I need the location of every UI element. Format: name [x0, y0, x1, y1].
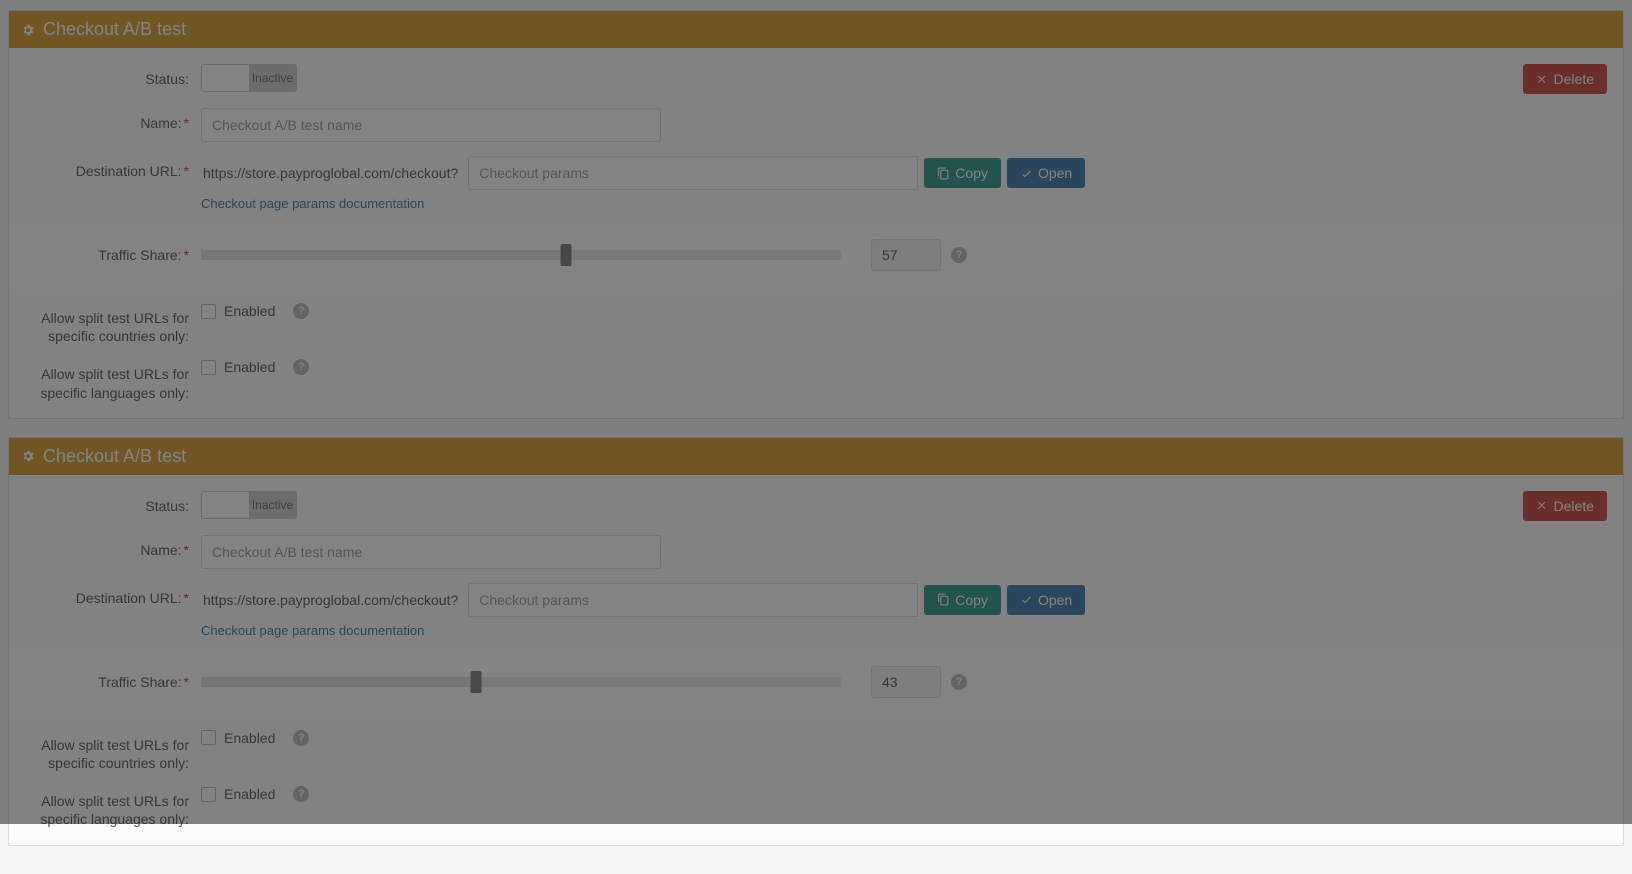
traffic-share-slider[interactable]	[201, 250, 841, 260]
slider-thumb[interactable]	[471, 671, 482, 693]
toggle-inactive: Inactive	[249, 65, 296, 91]
copy-button[interactable]: Copy	[924, 585, 1001, 615]
languages-checkbox[interactable]	[201, 360, 216, 375]
help-icon[interactable]: ?	[951, 247, 967, 263]
checkout-params-input[interactable]	[468, 583, 918, 617]
help-icon[interactable]: ?	[951, 674, 967, 690]
traffic-share-label: Traffic Share:*	[25, 674, 201, 690]
ab-test-panel: Checkout A/B test Delete Status: Inactiv…	[8, 10, 1624, 419]
status-toggle[interactable]: Inactive	[201, 64, 297, 92]
gear-icon	[21, 449, 35, 463]
open-label: Open	[1038, 165, 1072, 181]
traffic-share-label: Traffic Share:*	[25, 247, 201, 263]
countries-checkbox[interactable]	[201, 304, 216, 319]
open-button[interactable]: Open	[1007, 585, 1085, 615]
countries-checkbox[interactable]	[201, 730, 216, 745]
open-button[interactable]: Open	[1007, 158, 1085, 188]
copy-button[interactable]: Copy	[924, 158, 1001, 188]
url-prefix: https://store.payproglobal.com/checkout?	[201, 158, 468, 188]
toggle-blank	[202, 65, 249, 91]
doc-link[interactable]: Checkout page params documentation	[201, 196, 424, 211]
copy-label: Copy	[955, 592, 988, 608]
check-icon	[1020, 593, 1033, 606]
languages-label: Allow split test URLs for specific langu…	[25, 359, 201, 401]
traffic-share-row: Traffic Share:* ?	[9, 225, 1623, 289]
destination-url-label: Destination URL:*	[25, 156, 201, 180]
gear-icon	[21, 23, 35, 37]
panel-header: Checkout A/B test	[9, 11, 1623, 48]
help-icon[interactable]: ?	[293, 786, 309, 802]
help-icon[interactable]: ?	[293, 303, 309, 319]
toggle-blank	[202, 492, 249, 518]
status-label: Status:	[25, 491, 201, 515]
traffic-share-slider[interactable]	[201, 677, 841, 687]
doc-link[interactable]: Checkout page params documentation	[201, 623, 424, 638]
slider-thumb[interactable]	[560, 244, 571, 266]
toggle-inactive: Inactive	[249, 492, 296, 518]
panel-header: Checkout A/B test	[9, 438, 1623, 475]
status-label: Status:	[25, 64, 201, 88]
name-label: Name:*	[25, 535, 201, 559]
name-input[interactable]	[201, 535, 661, 569]
open-label: Open	[1038, 592, 1072, 608]
destination-url-label: Destination URL:*	[25, 583, 201, 607]
help-icon[interactable]: ?	[293, 359, 309, 375]
countries-enabled-label: Enabled	[224, 730, 275, 746]
check-icon	[1020, 167, 1033, 180]
name-input[interactable]	[201, 108, 661, 142]
traffic-share-value[interactable]	[871, 239, 941, 271]
url-prefix: https://store.payproglobal.com/checkout?	[201, 585, 468, 615]
traffic-share-value[interactable]	[871, 666, 941, 698]
name-label: Name:*	[25, 108, 201, 132]
countries-enabled-label: Enabled	[224, 303, 275, 319]
languages-label: Allow split test URLs for specific langu…	[25, 786, 201, 828]
slider-fill	[201, 250, 566, 260]
copy-icon	[937, 167, 950, 180]
countries-label: Allow split test URLs for specific count…	[25, 303, 201, 345]
languages-enabled-label: Enabled	[224, 786, 275, 802]
panel-title: Checkout A/B test	[43, 446, 186, 467]
panel-title: Checkout A/B test	[43, 19, 186, 40]
copy-icon	[937, 593, 950, 606]
copy-label: Copy	[955, 165, 988, 181]
help-icon[interactable]: ?	[293, 730, 309, 746]
ab-test-panel: Checkout A/B test Delete Status: Inactiv…	[8, 437, 1624, 846]
languages-enabled-label: Enabled	[224, 359, 275, 375]
slider-fill	[201, 677, 476, 687]
countries-label: Allow split test URLs for specific count…	[25, 730, 201, 772]
checkout-params-input[interactable]	[468, 156, 918, 190]
status-toggle[interactable]: Inactive	[201, 491, 297, 519]
traffic-share-row: Traffic Share:* ?	[9, 652, 1623, 716]
languages-checkbox[interactable]	[201, 787, 216, 802]
